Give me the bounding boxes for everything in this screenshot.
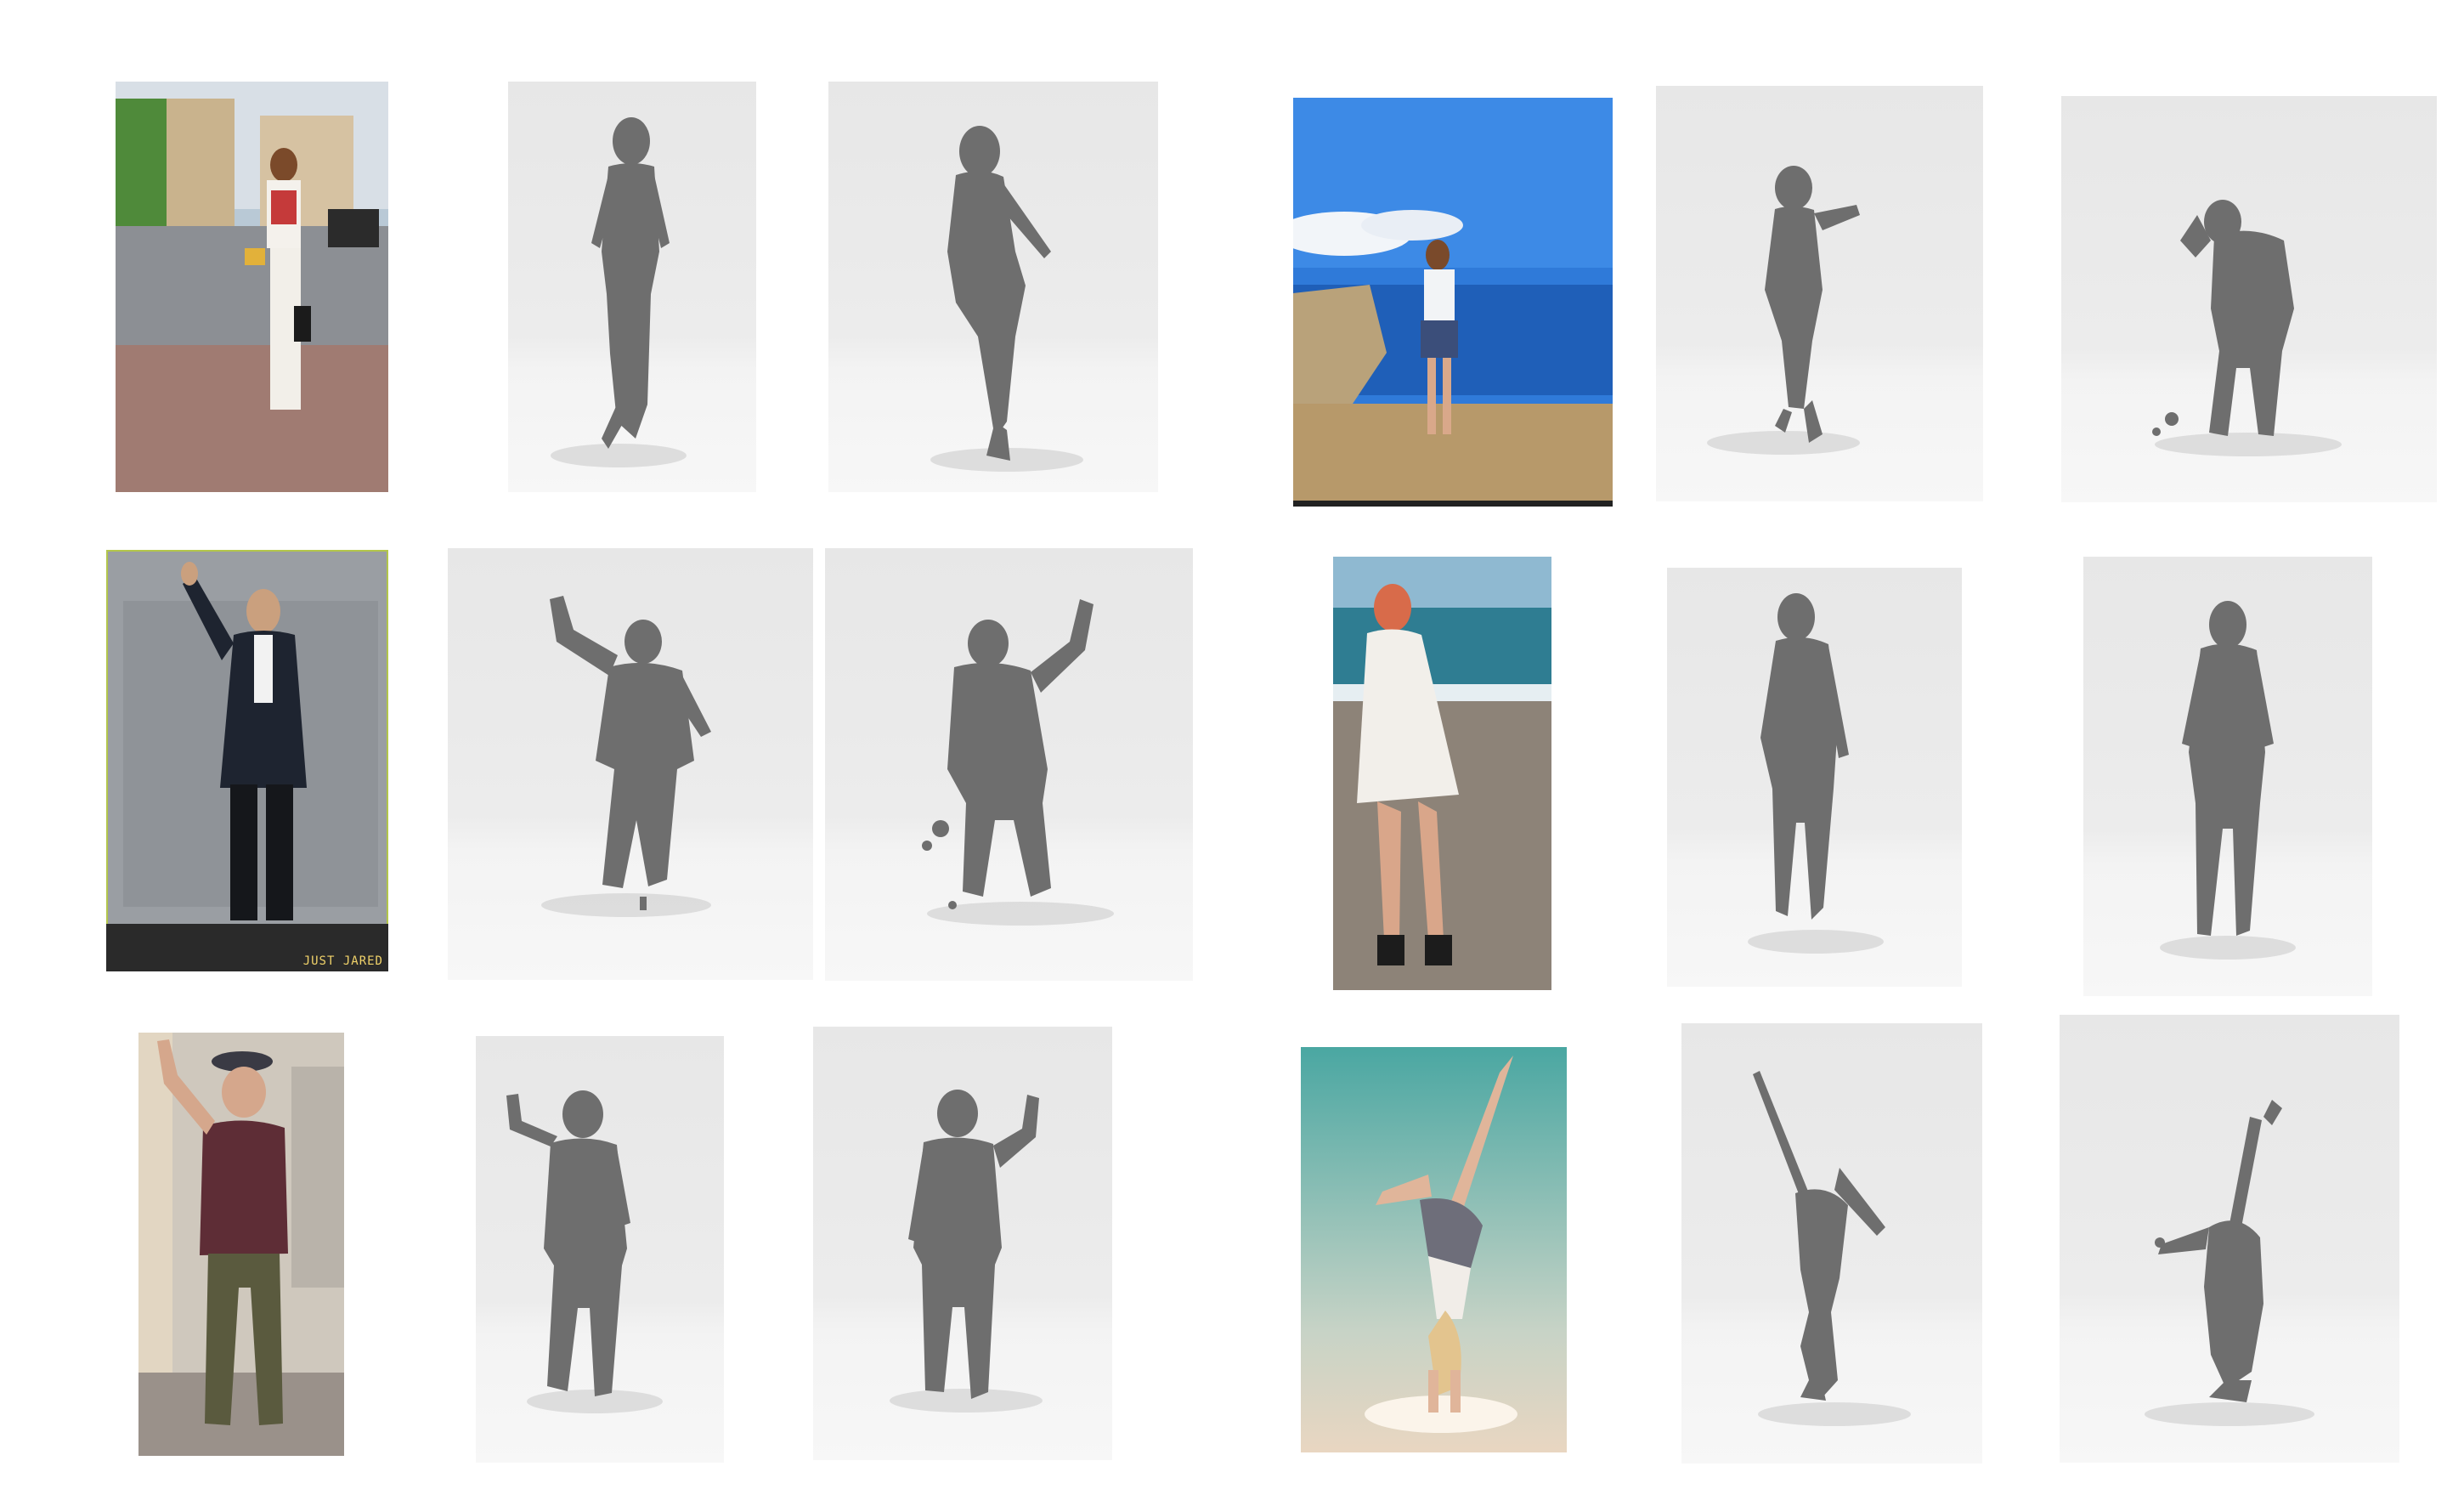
human-mesh-silhouette (922, 599, 1114, 926)
input-photo-man-suit-waving: JUST JARED (106, 550, 388, 971)
results-figure: JUST JARED (0, 0, 2464, 1506)
human-mesh-silhouette (2152, 200, 2342, 456)
street-scene-image (116, 82, 388, 492)
human-mesh-silhouette (1753, 1071, 1911, 1426)
human-mesh-silhouette (506, 1090, 663, 1413)
cliff-sea-scene-image (1293, 98, 1613, 507)
hallway-scene-image (138, 1033, 344, 1456)
mesh-render-back-view (2083, 557, 2372, 996)
mesh-render-back-view (825, 548, 1193, 981)
human-mesh-silhouette (2145, 1100, 2314, 1426)
human-mesh-silhouette (541, 596, 711, 917)
input-photo-woman-street (116, 82, 388, 492)
human-mesh-silhouette (551, 117, 687, 467)
input-photo-man-peace-sign (138, 1033, 344, 1456)
mesh-render-front-view (448, 548, 813, 980)
mesh-render-front-view (1667, 568, 1962, 987)
mesh-render-front-view (1656, 86, 1983, 501)
mesh-render-back-view (2060, 1015, 2399, 1463)
mesh-render-back-view (2061, 96, 2437, 502)
handstand-illustration-image (1301, 1047, 1567, 1452)
mesh-render-back-view (813, 1027, 1112, 1460)
mesh-render-front-view (508, 82, 756, 492)
human-mesh-silhouette (930, 126, 1083, 472)
input-illustration-woman-handstand (1301, 1047, 1567, 1452)
mesh-render-front-view (476, 1036, 724, 1463)
beach-rocks-scene-image (1333, 557, 1551, 990)
input-photo-woman-cliff-sea (1293, 98, 1613, 507)
human-mesh-silhouette (1748, 593, 1884, 954)
input-photo-woman-red-hair-beach (1333, 557, 1551, 990)
watermark-text: JUST JARED (302, 954, 383, 968)
human-mesh-silhouette (890, 1090, 1043, 1413)
man-suit-scene-image (106, 550, 388, 971)
human-mesh-silhouette (1707, 166, 1860, 455)
mesh-render-side-view (828, 82, 1158, 492)
mesh-render-front-view (1681, 1023, 1982, 1464)
human-mesh-silhouette (2160, 601, 2296, 960)
